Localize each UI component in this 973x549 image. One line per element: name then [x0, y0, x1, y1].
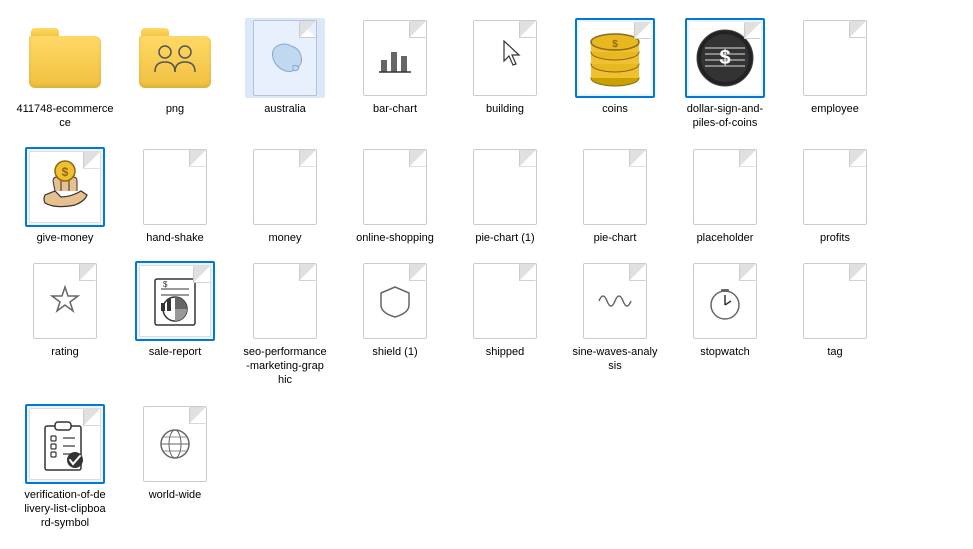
- file-item-png[interactable]: png: [120, 10, 230, 124]
- file-label: seo-performance -marketing-grap hic: [243, 345, 326, 388]
- file-label: australia: [264, 102, 306, 116]
- file-label: pie-chart (1): [475, 231, 534, 245]
- svg-text:$: $: [612, 39, 618, 50]
- file-item-bar-chart[interactable]: bar-chart: [340, 10, 450, 124]
- file-item-shield-1[interactable]: shield (1): [340, 253, 450, 367]
- file-item-verification[interactable]: verification-of-de livery-list-clipboa r…: [10, 396, 120, 539]
- file-label: world-wide: [149, 488, 202, 502]
- file-label: sale-report: [149, 345, 202, 359]
- file-label: money: [268, 231, 301, 245]
- file-item-hand-shake[interactable]: hand-shake: [120, 139, 230, 253]
- file-label: building: [486, 102, 524, 116]
- file-item-pie-chart[interactable]: pie-chart: [560, 139, 670, 253]
- file-item-coins[interactable]: $ coins: [560, 10, 670, 124]
- shield-icon: [377, 283, 413, 319]
- file-item-411748-ecommerce[interactable]: 411748-ecommerce ce: [10, 10, 120, 139]
- world-wide-icon: [157, 426, 193, 462]
- file-item-online-shopping[interactable]: online-shopping: [340, 139, 450, 253]
- file-item-pie-chart-1[interactable]: pie-chart (1): [450, 139, 560, 253]
- file-label: profits: [820, 231, 850, 245]
- give-money-icon: $: [35, 157, 95, 217]
- file-label: placeholder: [697, 231, 754, 245]
- file-item-sine-waves-analysis[interactable]: sine-waves-analy sis: [560, 253, 670, 382]
- file-label: dollar-sign-and- piles-of-coins: [675, 102, 775, 131]
- file-label: give-money: [37, 231, 94, 245]
- file-item-seo-performance[interactable]: seo-performance -marketing-grap hic: [230, 253, 340, 396]
- file-item-money[interactable]: money: [230, 139, 340, 253]
- file-item-building[interactable]: building: [450, 10, 560, 124]
- coins-icon: $: [583, 26, 647, 90]
- file-grid: 411748-ecommerce ce png: [10, 10, 963, 539]
- file-item-world-wide[interactable]: world-wide: [120, 396, 230, 510]
- file-label: tag: [827, 345, 842, 359]
- stopwatch-icon: [707, 281, 743, 321]
- file-label: hand-shake: [146, 231, 204, 245]
- cursor-icon: [502, 39, 522, 67]
- file-label: verification-of-de livery-list-clipboa r…: [24, 488, 105, 531]
- svg-text:$: $: [719, 47, 730, 69]
- file-item-stopwatch[interactable]: stopwatch: [670, 253, 780, 367]
- file-item-sale-report[interactable]: $ sale-report: [120, 253, 230, 367]
- verification-icon: [35, 414, 95, 474]
- file-label: bar-chart: [373, 102, 417, 116]
- sale-report-icon: $: [145, 271, 205, 331]
- file-item-profits[interactable]: profits: [780, 139, 890, 253]
- sine-waves-icon: [597, 283, 633, 319]
- file-label: pie-chart: [594, 231, 637, 245]
- file-label: 411748-ecommerce ce: [15, 102, 115, 131]
- dollar-sign-coins-icon: $: [693, 26, 757, 90]
- rating-icon: [47, 283, 83, 319]
- file-label: online-shopping: [356, 231, 434, 245]
- file-label: coins: [602, 102, 628, 116]
- file-label: employee: [811, 102, 859, 116]
- file-label: png: [166, 102, 184, 116]
- file-item-placeholder[interactable]: placeholder: [670, 139, 780, 253]
- file-item-shipped[interactable]: shipped: [450, 253, 560, 367]
- file-label: rating: [51, 345, 79, 359]
- svg-text:$: $: [163, 280, 168, 289]
- file-item-tag[interactable]: tag: [780, 253, 890, 367]
- svg-text:$: $: [62, 165, 69, 179]
- australia-map-icon: [263, 36, 307, 80]
- file-item-employee[interactable]: employee: [780, 10, 890, 124]
- file-item-give-money[interactable]: $ give-money: [10, 139, 120, 253]
- file-item-dollar-sign-piles-coins[interactable]: $ dollar-sign-and- piles-of-coins: [670, 10, 780, 139]
- file-label: shipped: [486, 345, 525, 359]
- file-label: stopwatch: [700, 345, 750, 359]
- file-label: shield (1): [372, 345, 417, 359]
- file-item-australia[interactable]: australia: [230, 10, 340, 124]
- file-label: sine-waves-analy sis: [573, 345, 658, 374]
- bar-chart-icon: [377, 40, 413, 76]
- file-item-rating[interactable]: rating: [10, 253, 120, 367]
- png-folder-icon: [151, 42, 199, 82]
